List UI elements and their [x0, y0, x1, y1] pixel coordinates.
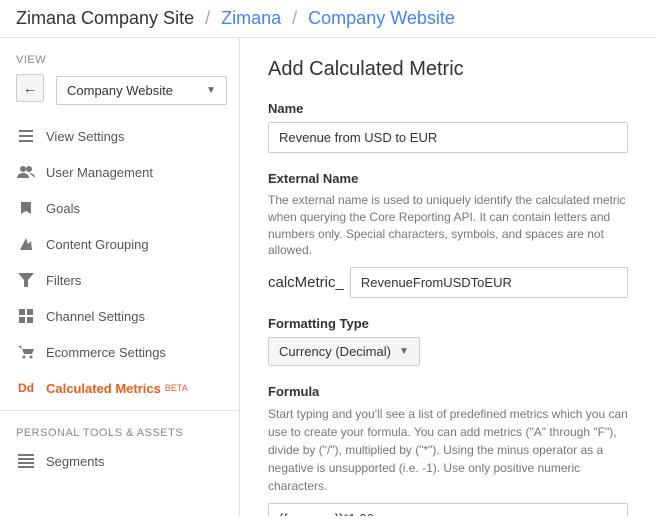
- filter-icon: [16, 270, 36, 290]
- sidebar-item-view-settings[interactable]: View Settings: [0, 118, 239, 154]
- ecommerce-icon: [16, 342, 36, 362]
- goals-icon: [16, 198, 36, 218]
- sidebar-label-ecommerce-settings: Ecommerce Settings: [46, 345, 166, 360]
- sidebar-label-view-settings: View Settings: [46, 129, 125, 144]
- formatting-value: Currency (Decimal): [279, 344, 391, 359]
- personal-section-label: PERSONAL TOOLS & ASSETS: [0, 415, 239, 443]
- external-name-input[interactable]: [350, 267, 628, 298]
- sidebar-label-calculated-metrics: Calculated Metrics: [46, 381, 161, 396]
- sidebar-item-filters[interactable]: Filters: [0, 262, 239, 298]
- sidebar-item-segments[interactable]: Segments: [0, 443, 239, 479]
- sidebar-item-user-management[interactable]: User Management: [0, 154, 239, 190]
- beta-badge: BETA: [165, 383, 188, 393]
- sidebar-label-user-management: User Management: [46, 165, 153, 180]
- view-dropdown[interactable]: Company Website ▼: [56, 76, 227, 105]
- formatting-arrow-icon: ▼: [399, 346, 409, 357]
- breadcrumb-company[interactable]: Company Website: [308, 8, 455, 28]
- breadcrumb-zimana[interactable]: Zimana: [221, 8, 281, 28]
- sidebar: VIEW ← Company Website ▼ View Settings: [0, 38, 240, 516]
- name-field-group: Name: [268, 101, 628, 153]
- settings-icon: [16, 126, 36, 146]
- sidebar-divider: [0, 410, 239, 411]
- view-label: VIEW: [0, 46, 239, 70]
- formatting-field-group: Formatting Type Currency (Decimal) ▼: [268, 316, 628, 366]
- sidebar-label-channel-settings: Channel Settings: [46, 309, 145, 324]
- sidebar-item-ecommerce-settings[interactable]: Ecommerce Settings: [0, 334, 239, 370]
- calculated-icon: Dd: [16, 378, 36, 398]
- breadcrumb: Zimana Company Site / Zimana / Company W…: [16, 8, 455, 29]
- external-name-row: calcMetric_: [268, 267, 628, 298]
- main-layout: VIEW ← Company Website ▼ View Settings: [0, 38, 656, 516]
- page-heading: Add Calculated Metric: [268, 58, 628, 81]
- external-name-field-group: External Name The external name is used …: [268, 171, 628, 298]
- formatting-label: Formatting Type: [268, 316, 628, 331]
- sidebar-label-segments: Segments: [46, 454, 105, 469]
- external-name-prefix: calcMetric_: [268, 274, 344, 291]
- sidebar-label-content-grouping: Content Grouping: [46, 237, 149, 252]
- name-input[interactable]: [268, 122, 628, 153]
- formula-helper: Start typing and you'll see a list of pr…: [268, 405, 628, 495]
- separator1: /: [205, 8, 215, 28]
- formula-input[interactable]: [268, 503, 628, 516]
- sidebar-item-goals[interactable]: Goals: [0, 190, 239, 226]
- external-name-helper: The external name is used to uniquely id…: [268, 192, 628, 259]
- segments-icon: [16, 451, 36, 471]
- site-name: Zimana Company Site: [16, 8, 194, 28]
- name-label: Name: [268, 101, 628, 116]
- header: Zimana Company Site / Zimana / Company W…: [0, 0, 656, 38]
- channel-icon: [16, 306, 36, 326]
- formula-field-group: Formula Start typing and you'll see a li…: [268, 384, 628, 516]
- view-dropdown-text: Company Website: [67, 83, 173, 98]
- sidebar-item-calculated-metrics[interactable]: Dd Calculated Metrics BETA: [0, 370, 239, 406]
- formatting-dropdown[interactable]: Currency (Decimal) ▼: [268, 337, 420, 366]
- back-button[interactable]: ←: [16, 74, 44, 102]
- separator2: /: [292, 8, 302, 28]
- app-container: Zimana Company Site / Zimana / Company W…: [0, 0, 656, 516]
- sidebar-item-content-grouping[interactable]: Content Grouping: [0, 226, 239, 262]
- sidebar-label-filters: Filters: [46, 273, 81, 288]
- sidebar-label-goals: Goals: [46, 201, 80, 216]
- chevron-down-icon: ▼: [206, 85, 216, 96]
- formula-label: Formula: [268, 384, 628, 399]
- external-name-label: External Name: [268, 171, 628, 186]
- sidebar-item-channel-settings[interactable]: Channel Settings: [0, 298, 239, 334]
- main-content: Add Calculated Metric Name External Name…: [240, 38, 656, 516]
- users-icon: [16, 162, 36, 182]
- content-icon: [16, 234, 36, 254]
